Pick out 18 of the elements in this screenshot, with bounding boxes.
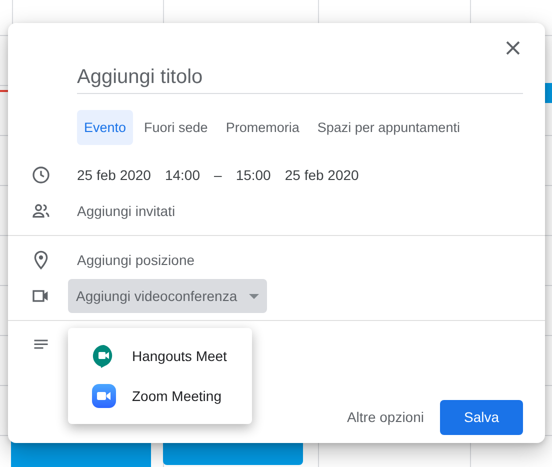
close-icon — [506, 41, 520, 55]
videoconference-dropdown[interactable]: Aggiungi videoconferenza — [68, 279, 268, 313]
menu-item[interactable]: Zoom Meeting — [68, 376, 252, 416]
event-type-tab[interactable]: Fuori sede — [137, 110, 215, 145]
more-options-button[interactable]: Altre opzioni — [346, 399, 424, 435]
video-camera-icon — [92, 384, 116, 408]
save-button[interactable]: Salva — [440, 400, 523, 434]
event-type-tab[interactable]: Evento — [77, 110, 134, 145]
time-separator: – — [214, 167, 222, 183]
event-type-tab[interactable]: Spazi per appuntamenti — [310, 110, 467, 145]
start-time[interactable]: 14:00 — [164, 167, 200, 183]
end-time[interactable]: 15:00 — [236, 167, 271, 183]
menu-item[interactable]: Hangouts Meet — [68, 336, 252, 376]
clock-icon — [31, 165, 51, 185]
start-date[interactable]: 25 feb 2020 — [77, 167, 151, 183]
end-date[interactable]: 25 feb 2020 — [284, 167, 359, 183]
title-field[interactable]: Aggiungi titolo — [77, 66, 523, 94]
event-type-tab[interactable]: Promemoria — [218, 110, 306, 145]
